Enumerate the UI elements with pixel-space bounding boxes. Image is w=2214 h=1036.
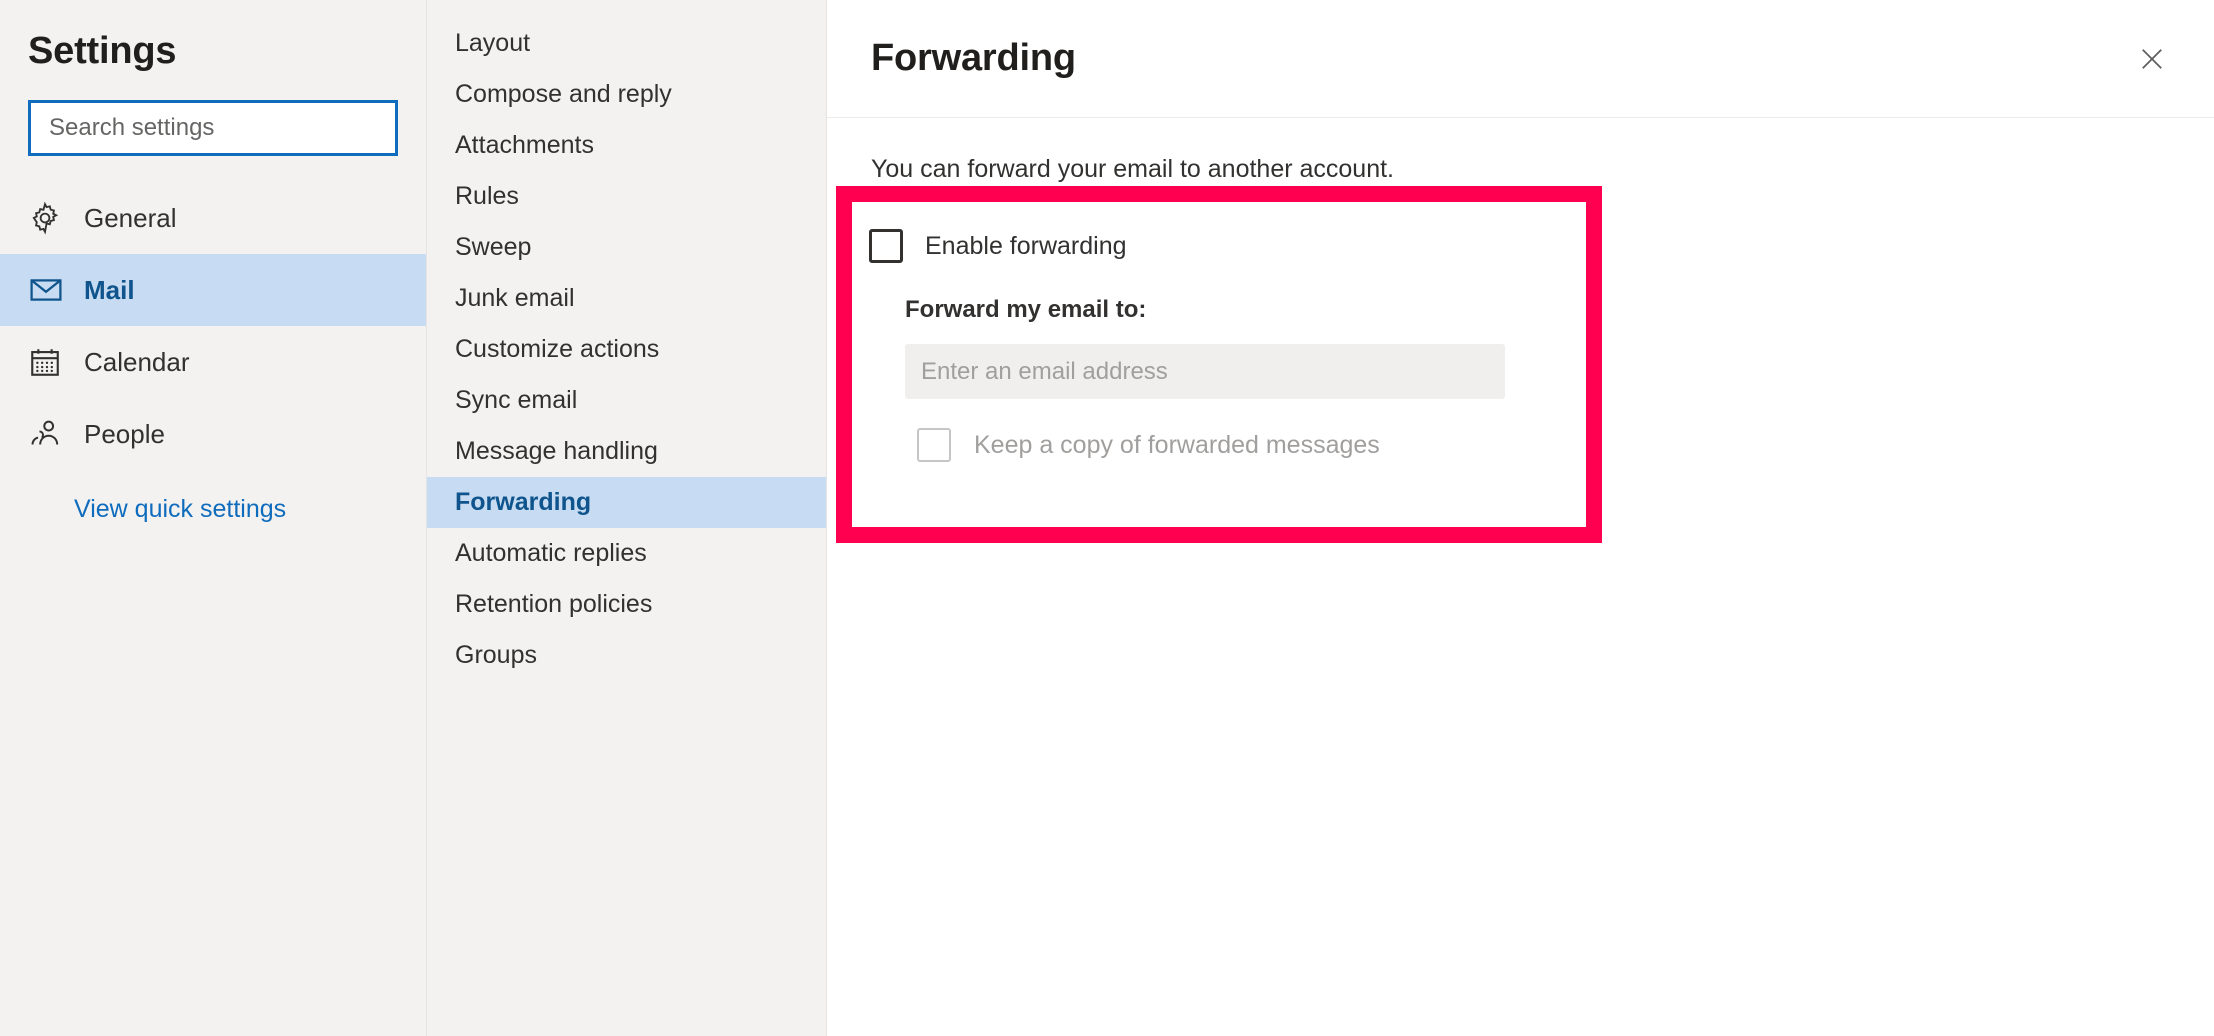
nav-item-automatic-replies[interactable]: Automatic replies: [427, 528, 826, 579]
sidebar-item-mail[interactable]: Mail: [0, 254, 426, 326]
forward-to-label: Forward my email to:: [852, 272, 1586, 322]
nav-item-label: Junk email: [455, 286, 575, 311]
keep-copy-label: Keep a copy of forwarded messages: [951, 433, 1380, 458]
enable-forwarding-checkbox[interactable]: [869, 229, 903, 263]
quick-settings-row: View quick settings: [0, 476, 426, 544]
nav-item-sweep[interactable]: Sweep: [427, 222, 826, 273]
nav-item-label: Groups: [455, 643, 537, 668]
close-icon: [2137, 44, 2167, 74]
nav-item-rules[interactable]: Rules: [427, 171, 826, 222]
enable-forwarding-label: Enable forwarding: [903, 234, 1127, 259]
calendar-icon: [28, 345, 74, 379]
sidebar-item-label: Mail: [74, 277, 135, 303]
mail-settings-nav: Layout Compose and reply Attachments Rul…: [427, 0, 827, 1036]
sidebar-item-people[interactable]: People: [0, 398, 426, 470]
search-input[interactable]: [28, 100, 398, 156]
gear-icon: [28, 201, 74, 235]
view-quick-settings-link[interactable]: View quick settings: [28, 497, 286, 522]
nav-item-label: Attachments: [455, 133, 594, 158]
nav-item-attachments[interactable]: Attachments: [427, 120, 826, 171]
nav-item-retention-policies[interactable]: Retention policies: [427, 579, 826, 630]
nav-item-label: Compose and reply: [455, 82, 672, 107]
nav-item-label: Forwarding: [455, 490, 591, 515]
page-title: Settings: [0, 0, 426, 74]
keep-copy-checkbox: [917, 428, 951, 462]
forwarding-description: You can forward your email to another ac…: [871, 118, 2170, 185]
nav-item-label: Sync email: [455, 388, 577, 413]
nav-item-junk-email[interactable]: Junk email: [427, 273, 826, 324]
nav-item-label: Customize actions: [455, 337, 659, 362]
sidebar-item-general[interactable]: General: [0, 182, 426, 254]
sidebar-item-label: Calendar: [74, 349, 190, 375]
sidebar-item-calendar[interactable]: Calendar: [0, 326, 426, 398]
forward-email-input[interactable]: [905, 344, 1505, 399]
forwarding-options-highlight: Enable forwarding Forward my email to: K…: [836, 186, 1602, 543]
pane-header: Forwarding: [827, 0, 2214, 118]
nav-item-label: Rules: [455, 184, 519, 209]
keep-copy-row: Keep a copy of forwarded messages: [852, 425, 1586, 465]
search-container: [0, 74, 426, 156]
nav-item-label: Retention policies: [455, 592, 652, 617]
nav-item-message-handling[interactable]: Message handling: [427, 426, 826, 477]
nav-item-forwarding[interactable]: Forwarding: [427, 477, 826, 528]
sidebar-item-label: People: [74, 421, 165, 447]
forwarding-options-card: Enable forwarding Forward my email to: K…: [852, 202, 1586, 527]
nav-item-groups[interactable]: Groups: [427, 630, 826, 681]
nav-item-label: Layout: [455, 31, 530, 56]
settings-dialog: Settings General: [0, 0, 2214, 1036]
settings-sidebar: Settings General: [0, 0, 427, 1036]
nav-item-label: Message handling: [455, 439, 658, 464]
pane-body: You can forward your email to another ac…: [827, 118, 2214, 185]
pane-title: Forwarding: [871, 37, 2124, 81]
nav-item-label: Automatic replies: [455, 541, 647, 566]
nav-item-label: Sweep: [455, 235, 531, 260]
nav-item-layout[interactable]: Layout: [427, 18, 826, 69]
sidebar-nav: General Mail: [0, 182, 426, 544]
close-button[interactable]: [2124, 31, 2180, 87]
nav-item-customize-actions[interactable]: Customize actions: [427, 324, 826, 375]
envelope-icon: [28, 272, 74, 308]
enable-forwarding-row[interactable]: Enable forwarding: [852, 220, 1586, 272]
people-icon: [28, 417, 74, 451]
sidebar-item-label: General: [74, 205, 177, 231]
nav-item-compose-and-reply[interactable]: Compose and reply: [427, 69, 826, 120]
nav-item-sync-email[interactable]: Sync email: [427, 375, 826, 426]
